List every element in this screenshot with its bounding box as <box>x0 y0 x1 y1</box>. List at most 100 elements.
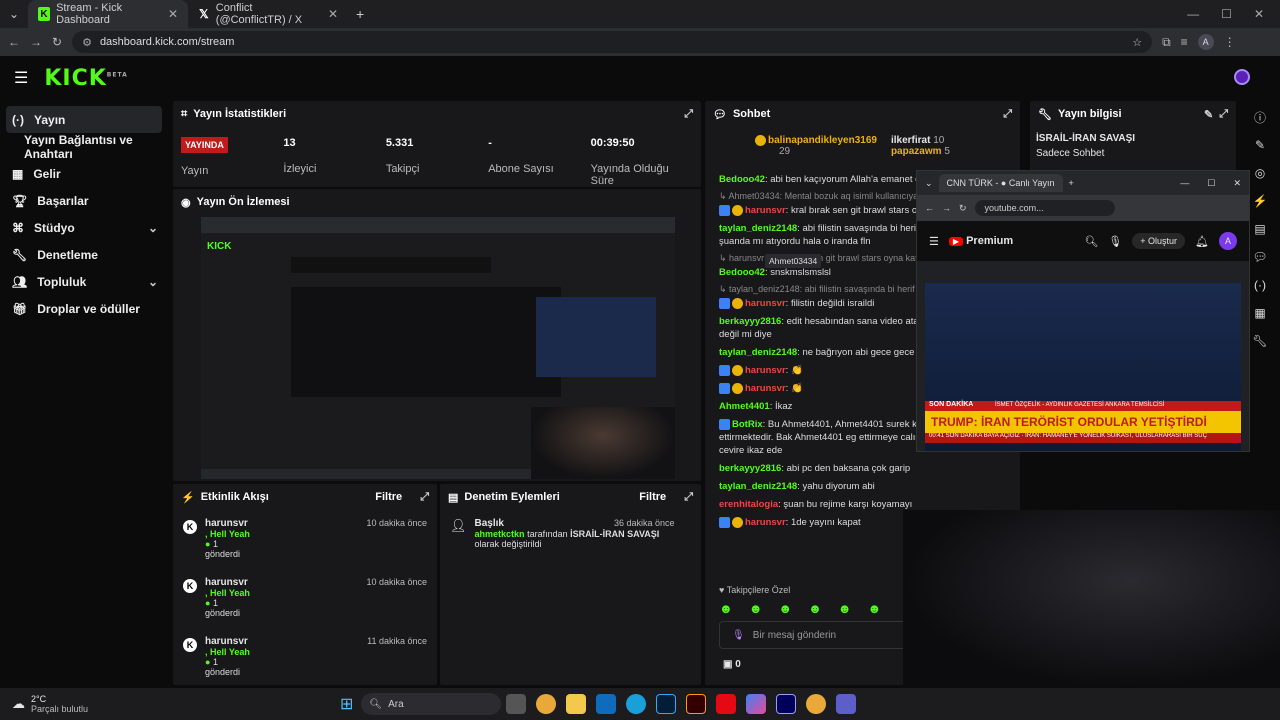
emote-row[interactable]: ☻ ☻ ☻ ☻ ☻ ☻ <box>719 601 881 616</box>
media-icon[interactable]: ≡ <box>1181 35 1188 49</box>
sidebar-item-studyo[interactable]: ⌘ Stüdyo ⌄ <box>0 214 170 241</box>
tab-menu-icon[interactable]: ⌄ <box>925 178 933 189</box>
sidebar-item-basarilar[interactable]: 🏆︎ Başarılar <box>0 187 170 214</box>
create-button[interactable]: + Oluştur <box>1132 233 1186 249</box>
url-field[interactable]: ⚙ dashboard.kick.com/stream ☆ <box>72 31 1153 53</box>
premiere-icon[interactable] <box>776 694 797 714</box>
chat-icon[interactable]: 💬︎ <box>1246 246 1274 268</box>
netflix-icon[interactable] <box>716 694 737 714</box>
tab-kick-dashboard[interactable]: K Stream - Kick Dashboard ✕ <box>28 0 188 28</box>
illustrator-icon[interactable] <box>686 694 707 714</box>
windows-start-icon[interactable]: ⊞ <box>340 694 353 714</box>
stat-live: YAYINDA Yayın <box>181 127 283 187</box>
youtube-popup-window: ⌄ CNN TÜRK - ● Canlı Yayın + — ☐ ✕ ← → ↻ you… <box>916 170 1250 452</box>
expand-icon[interactable]: ⤢ <box>420 491 429 504</box>
sidebar-item-topluluk[interactable]: 👥︎ Topluluk ⌄ <box>0 268 170 295</box>
popup-tabbar: ⌄ CNN TÜRK - ● Canlı Yayın + — ☐ ✕ <box>917 171 1249 195</box>
tab-conflict-x[interactable]: 𝕏 Conflict (@ConflictTR) / X ✕ <box>188 0 348 28</box>
reload-icon[interactable]: ↻ <box>52 35 62 49</box>
youtube-logo[interactable]: ▶ Premium <box>948 235 1013 247</box>
filter-button[interactable]: Filtre <box>639 491 666 503</box>
target-icon[interactable]: ◎ <box>1246 162 1274 184</box>
taskbar-search[interactable]: 🔍︎ Ara <box>361 693 502 715</box>
stream-preview-video[interactable]: KICK <box>201 217 675 479</box>
expand-icon[interactable]: ⤢ <box>1219 108 1228 121</box>
sidebar-item-stream-key[interactable]: Yayın Bağlantısı ve Anahtarı <box>0 133 170 161</box>
tab-cnn[interactable]: CNN TÜRK - ● Canlı Yayın <box>938 174 1063 192</box>
extensions-icon[interactable]: ⧉ <box>1162 35 1171 50</box>
new-tab-button[interactable]: + <box>1069 178 1074 188</box>
forward-icon[interactable]: → <box>30 35 42 49</box>
browser-menu-icon[interactable]: ⋮ <box>1224 35 1236 49</box>
profile-avatar[interactable]: A <box>1197 34 1214 50</box>
photoshop-icon[interactable] <box>656 694 677 714</box>
tab-menu-icon[interactable]: ⌄ <box>0 0 28 28</box>
bookmark-star-icon[interactable]: ☆ <box>1132 36 1142 49</box>
bell-icon[interactable]: 🔔︎ <box>1195 235 1209 248</box>
document-icon[interactable]: ▤ <box>1246 218 1274 240</box>
wrench-icon[interactable]: 🔧︎ <box>1246 330 1274 352</box>
wrench-icon: 🔧︎ <box>12 247 28 262</box>
broadcast-icon[interactable]: (·) <box>1246 274 1274 296</box>
edit-icon[interactable]: ✎ <box>1204 108 1213 121</box>
forward-icon[interactable]: → <box>942 203 951 213</box>
expand-icon[interactable]: ⤢ <box>684 108 693 121</box>
sidebar-item-droplar[interactable]: 🎁︎ Droplar ve ödüller <box>0 295 170 322</box>
copilot-icon[interactable] <box>746 694 767 714</box>
hamburger-menu-icon[interactable]: ☰ <box>14 68 28 88</box>
kick-favicon-icon: K <box>38 7 51 21</box>
close-window-icon[interactable]: ✕ <box>1233 178 1241 189</box>
moderation-event: 👤︎ Başlık 36 dakika önce ahmetkctkn taraf… <box>450 518 675 549</box>
chat-message: berkayyy2816: abi pc den baksana çok gar… <box>719 463 911 475</box>
grid-icon[interactable]: ▦ <box>1246 302 1274 324</box>
microphone-icon[interactable]: 🎙︎ <box>732 630 745 641</box>
weather-widget[interactable]: ☁ 2°C Parçalı bulutlu <box>0 694 340 714</box>
sidebar-item-denetleme[interactable]: 🔧︎ Denetleme <box>0 241 170 268</box>
back-icon[interactable]: ← <box>8 35 20 49</box>
close-icon[interactable]: ✕ <box>328 7 338 21</box>
site-info-icon[interactable]: ⚙ <box>82 36 92 49</box>
hamburger-menu-icon[interactable]: ☰ <box>929 235 939 248</box>
kick-logo[interactable]: KICKBETA <box>44 66 127 91</box>
sidebar-item-gelir[interactable]: ▦ Gelir <box>0 160 170 187</box>
reload-icon[interactable]: ↻ <box>959 203 967 214</box>
popup-addressbar: ← → ↻ youtube.com... <box>917 195 1249 221</box>
minimize-icon[interactable]: — <box>1187 7 1199 21</box>
stream-title: İSRAİL-İRAN SAVAŞI <box>1036 133 1136 144</box>
chrome-active-icon[interactable] <box>806 694 827 714</box>
emote-icon: ☻ <box>748 601 763 616</box>
kick-icon: K <box>183 520 197 534</box>
x-favicon-icon: 𝕏 <box>199 7 209 21</box>
cnn-video-player[interactable]: SON DAKİKA İSMET ÖZÇELİK - AYDINLIK GAZE… <box>925 283 1241 451</box>
expand-icon[interactable]: ⤢ <box>1003 108 1012 121</box>
info-icon[interactable]: ⓘ <box>1246 106 1274 128</box>
maximize-icon[interactable]: ☐ <box>1207 178 1215 189</box>
sidebar-item-yayin[interactable]: (·) Yayın <box>6 106 162 133</box>
edit-icon[interactable]: ✎ <box>1246 134 1274 156</box>
chevron-down-icon: ⌄ <box>147 220 158 235</box>
bolt-icon[interactable]: ⚡ <box>1246 190 1274 212</box>
url-field[interactable]: youtube.com... <box>974 200 1115 216</box>
emote-icon: ☻ <box>867 601 882 616</box>
youtube-avatar[interactable]: A <box>1219 232 1237 250</box>
maximize-icon[interactable]: ☐ <box>1221 7 1232 21</box>
moderation-panel: ▤ Denetim Eylemleri Filtre ⤢ 👤︎ Başlık 36 da… <box>440 484 701 685</box>
search-icon[interactable]: 🔍︎ <box>1084 235 1098 248</box>
back-icon[interactable]: ← <box>925 203 934 213</box>
sidebar: (·) Yayın Yayın Bağlantısı ve Anahtarı ▦ G… <box>0 100 170 720</box>
chrome-icon[interactable] <box>536 694 557 714</box>
edge-icon[interactable] <box>626 694 647 714</box>
minimize-icon[interactable]: — <box>1180 178 1189 189</box>
expand-icon[interactable]: ⤢ <box>684 491 693 504</box>
teams-icon[interactable] <box>836 694 857 714</box>
close-window-icon[interactable]: ✕ <box>1254 7 1264 21</box>
outlook-icon[interactable] <box>596 694 617 714</box>
microphone-icon[interactable]: 🎙︎ <box>1108 235 1122 248</box>
task-view-icon[interactable] <box>506 694 527 714</box>
close-icon[interactable]: ✕ <box>168 7 178 21</box>
panel-header: ⌗ Yayın İstatistikleri ⤢ <box>181 107 693 121</box>
user-avatar[interactable] <box>1234 69 1250 85</box>
filter-button[interactable]: Filtre <box>375 491 402 503</box>
file-explorer-icon[interactable] <box>566 694 587 714</box>
new-tab-button[interactable]: + <box>348 0 372 28</box>
